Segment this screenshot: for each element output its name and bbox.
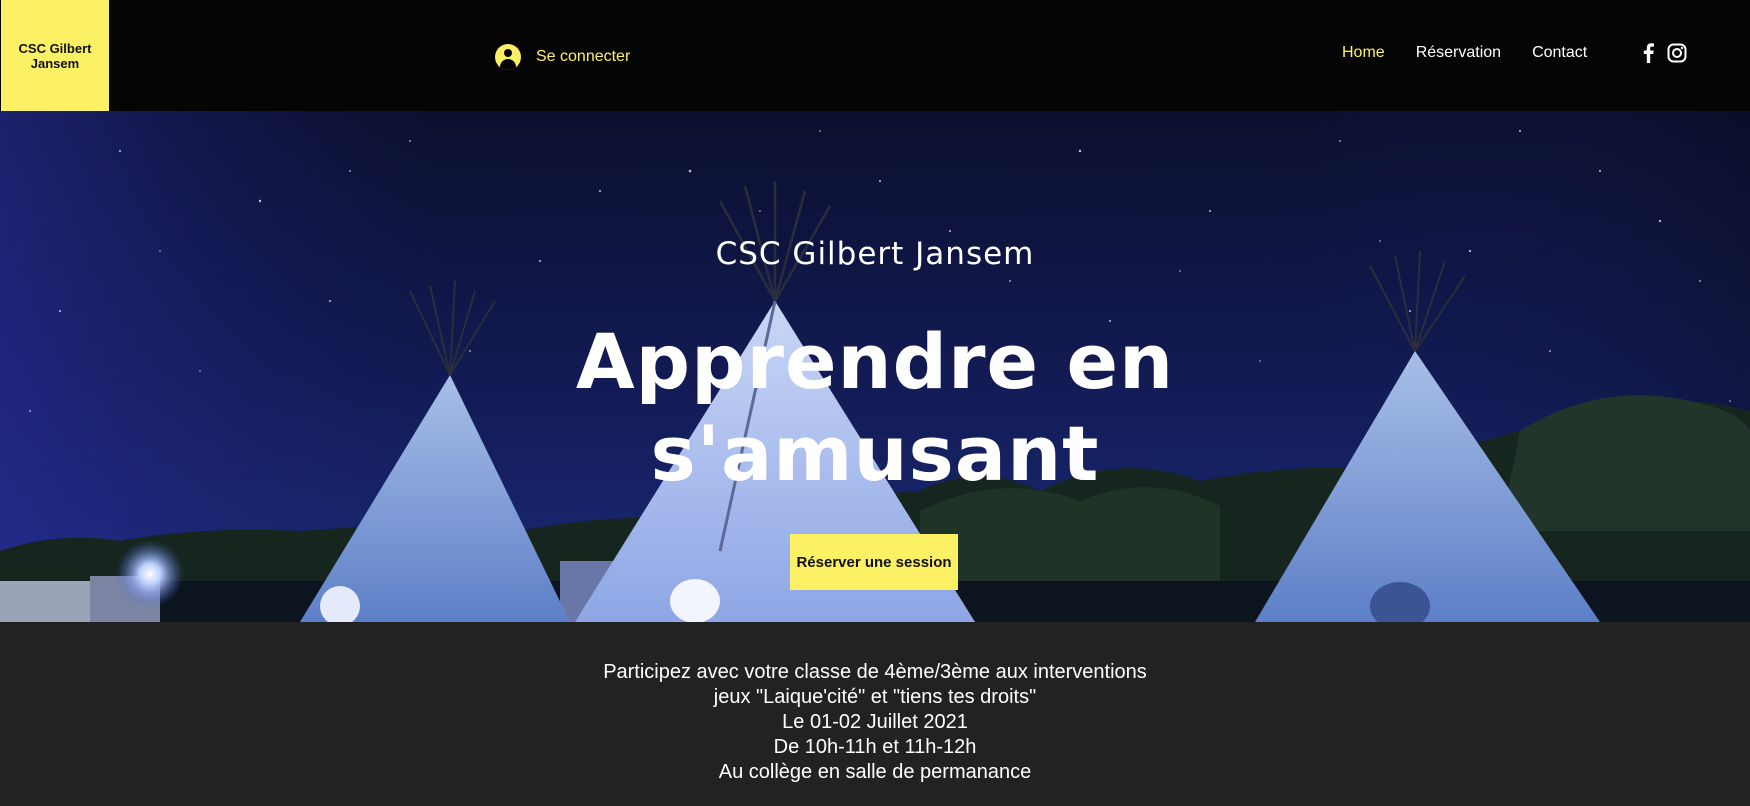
main-nav: Home Réservation Contact bbox=[1342, 44, 1618, 62]
book-session-button[interactable]: Réserver une session bbox=[790, 534, 958, 590]
logo-text-line-1: CSC Gilbert bbox=[18, 40, 92, 56]
info-line-5: Au collège en salle de permanance bbox=[718, 761, 1032, 783]
hero-title-line-2: s'amusant bbox=[650, 409, 1100, 498]
info-line-2: jeux "Laique'cité" et "tiens tes droits" bbox=[713, 686, 1037, 708]
social-links bbox=[1639, 43, 1695, 63]
info-section: Participez avec votre classe de 4ème/3èm… bbox=[0, 622, 1750, 806]
nav-item-home[interactable]: Home bbox=[1342, 44, 1385, 62]
hero-subtitle: CSC Gilbert Jansem bbox=[715, 236, 1035, 272]
user-avatar-icon bbox=[495, 44, 521, 70]
site-logo[interactable]: CSC Gilbert Jansem bbox=[1, 0, 109, 111]
login-button[interactable]: Se connecter bbox=[495, 44, 630, 70]
hero-title: Apprendre en s'amusant bbox=[0, 316, 1750, 500]
site-header: CSC Gilbert Jansem Se connecter Home Rés… bbox=[0, 0, 1750, 111]
nav-item-contact[interactable]: Contact bbox=[1532, 44, 1587, 62]
hero-title-line-1: Apprendre en bbox=[575, 317, 1175, 406]
hero-section: CSC Gilbert Jansem Apprendre en s'amusan… bbox=[0, 111, 1750, 622]
login-label: Se connecter bbox=[536, 48, 631, 65]
info-line-1: Participez avec votre classe de 4ème/3èm… bbox=[603, 661, 1147, 683]
instagram-icon[interactable] bbox=[1667, 43, 1687, 63]
nav-item-reservation[interactable]: Réservation bbox=[1416, 44, 1501, 62]
info-line-4: De 10h-11h et 11h-12h bbox=[773, 736, 977, 758]
logo-text-line-2: Jansem bbox=[30, 55, 80, 71]
facebook-icon[interactable] bbox=[1639, 43, 1659, 63]
info-line-3: Le 01-02 Juillet 2021 bbox=[782, 711, 968, 733]
